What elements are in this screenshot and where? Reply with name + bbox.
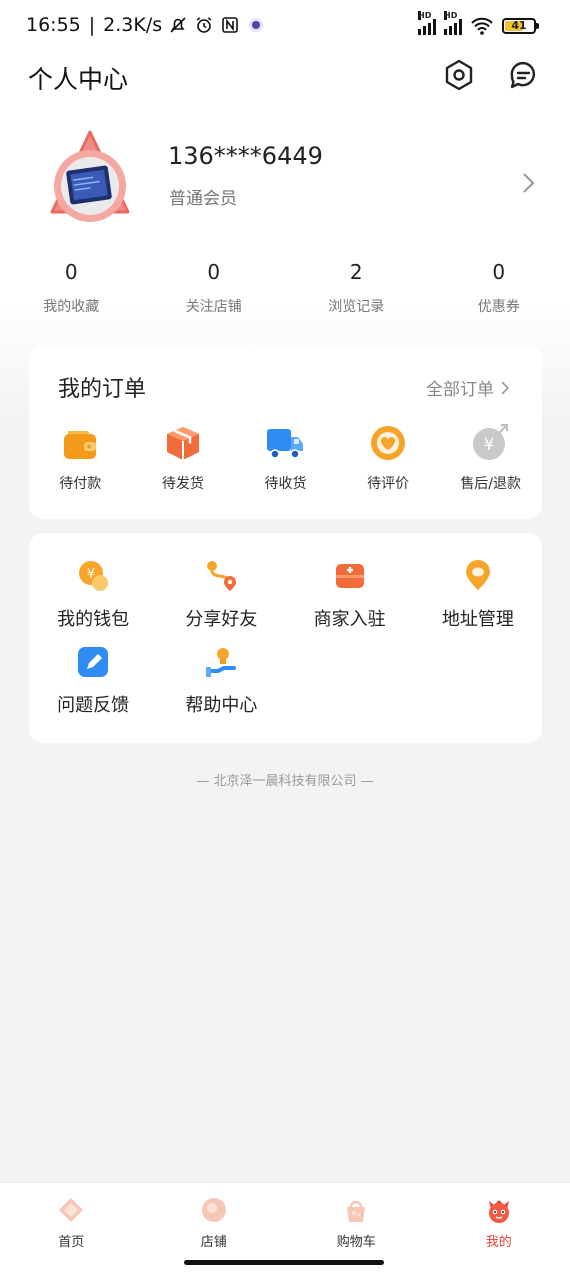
order-label: 待评价 — [367, 476, 410, 492]
mute-bell-icon — [170, 17, 186, 33]
service-label: 问题反馈 — [57, 695, 130, 716]
header: 个人中心 — [0, 56, 570, 100]
stat-label: 我的收藏 — [43, 299, 100, 315]
order-label: 待付款 — [59, 476, 102, 492]
order-label: 售后/退款 — [460, 476, 522, 492]
orders-title: 我的订单 — [58, 377, 147, 402]
order-status-list: 待付款 待发货 待收货 待评价 ¥ 售后/退款 — [29, 423, 542, 493]
tab-label: 购物车 — [336, 1235, 376, 1250]
chat-bubbles-icon — [510, 61, 535, 89]
home-icon — [59, 1198, 84, 1222]
company-footer: — 北京泽一晨科技有限公司 — — [196, 774, 374, 789]
all-orders-label: 全部订单 — [426, 380, 494, 400]
services-grid: ¥ 我的钱包 分享好友 商家入驻 地址管理 问题反馈 帮助中心 — [29, 559, 542, 717]
status-bar: 16:55 | 2.3K/s HD HD 41 — [0, 0, 570, 56]
stat-value: 0 — [492, 260, 506, 284]
status-left: 16:55 | 2.3K/s — [26, 14, 266, 36]
profile-mascot-icon — [488, 1200, 509, 1223]
service-merchant-join[interactable]: 商家入驻 — [286, 559, 414, 631]
order-pending-receipt[interactable]: 待收货 — [234, 423, 337, 493]
stats-row: 0 我的收藏 0 关注店铺 2 浏览记录 0 优惠券 — [0, 258, 570, 322]
service-share[interactable]: 分享好友 — [157, 559, 285, 631]
stat-coupons[interactable]: 0 优惠券 — [428, 258, 570, 322]
stat-favorites[interactable]: 0 我的收藏 — [0, 258, 143, 322]
order-pending-review[interactable]: 待评价 — [337, 423, 440, 493]
tab-home[interactable]: 首页 — [0, 1183, 143, 1274]
order-pending-payment[interactable]: 待付款 — [29, 423, 132, 493]
stat-label: 关注店铺 — [185, 299, 242, 315]
page-title: 个人中心 — [28, 65, 129, 94]
service-feedback[interactable]: 问题反馈 — [29, 645, 157, 717]
service-wallet[interactable]: ¥ 我的钱包 — [29, 559, 157, 631]
member-level: 普通会员 — [169, 189, 237, 209]
home-indicator[interactable] — [184, 1260, 384, 1265]
alarm-icon — [196, 17, 212, 33]
order-label: 待发货 — [161, 476, 204, 492]
status-right: HD HD 41 — [418, 11, 539, 36]
stat-label: 浏览记录 — [328, 299, 385, 315]
stat-value: 0 — [64, 260, 78, 284]
help-bulb-icon — [206, 648, 237, 677]
wallet-coin-icon: ¥ — [79, 561, 109, 591]
tab-mine[interactable]: 我的 — [428, 1183, 570, 1274]
service-address[interactable]: 地址管理 — [414, 559, 542, 631]
signal-label-2: HD — [444, 11, 458, 20]
refund-icon: ¥ — [472, 424, 508, 460]
package-icon — [166, 427, 199, 460]
stat-value: 2 — [349, 260, 363, 284]
service-label: 商家入驻 — [313, 609, 386, 630]
profile-section[interactable]: 136****6449 普通会员 — [0, 118, 570, 248]
stat-label: 优惠券 — [477, 299, 520, 315]
chevron-right-icon[interactable] — [518, 168, 538, 198]
order-pending-shipment[interactable]: 待发货 — [132, 423, 235, 493]
order-after-sales[interactable]: ¥ 售后/退款 — [439, 423, 542, 493]
service-help[interactable]: 帮助中心 — [157, 645, 285, 717]
signal-icon-2: HD — [444, 11, 462, 35]
stat-value: 0 — [207, 260, 221, 284]
tab-label: 首页 — [58, 1235, 85, 1250]
user-phone: 136****6449 — [168, 142, 323, 170]
signal-label: HD — [418, 11, 432, 20]
battery-level: 41 — [511, 19, 527, 32]
status-separator: | — [88, 14, 96, 36]
all-orders-link[interactable]: 全部订单 — [426, 375, 510, 400]
tab-label: 店铺 — [200, 1235, 227, 1250]
services-card: ¥ 我的钱包 分享好友 商家入驻 地址管理 问题反馈 帮助中心 — [29, 533, 542, 743]
network-speed: 2.3K/s — [103, 14, 163, 36]
stat-browse-history[interactable]: 2 浏览记录 — [285, 258, 428, 322]
tab-label: 我的 — [485, 1235, 512, 1250]
app-notification-icon — [249, 18, 264, 32]
settings-hexagon-icon — [445, 59, 473, 91]
truck-icon — [267, 429, 304, 459]
service-label: 我的钱包 — [57, 609, 130, 630]
cart-bag-icon — [347, 1200, 366, 1222]
nfc-icon — [222, 17, 238, 33]
stat-followed-stores[interactable]: 0 关注店铺 — [143, 258, 286, 322]
signal-icon: HD — [418, 11, 436, 35]
feedback-pen-icon — [78, 647, 109, 677]
heart-icon — [371, 426, 406, 460]
service-label: 帮助中心 — [185, 695, 258, 716]
merchant-box-icon — [335, 564, 364, 588]
battery-icon: 41 — [502, 18, 539, 34]
wallet-icon — [64, 431, 97, 459]
chevron-right-icon — [501, 380, 510, 395]
orders-card: 我的订单 全部订单 待付款 待发货 待收货 待评价 ¥ 售后/退款 — [29, 345, 542, 519]
status-time: 16:55 — [26, 14, 81, 36]
location-pin-icon — [465, 560, 490, 590]
share-route-icon — [207, 561, 237, 591]
message-button[interactable] — [505, 56, 543, 94]
avatar[interactable] — [46, 130, 134, 230]
store-icon — [201, 1198, 226, 1222]
settings-button[interactable] — [440, 56, 478, 94]
order-label: 待收货 — [264, 476, 307, 492]
service-label: 分享好友 — [185, 609, 258, 630]
svg-text:¥: ¥ — [483, 435, 494, 455]
wifi-icon — [471, 17, 493, 35]
service-label: 地址管理 — [441, 609, 514, 630]
